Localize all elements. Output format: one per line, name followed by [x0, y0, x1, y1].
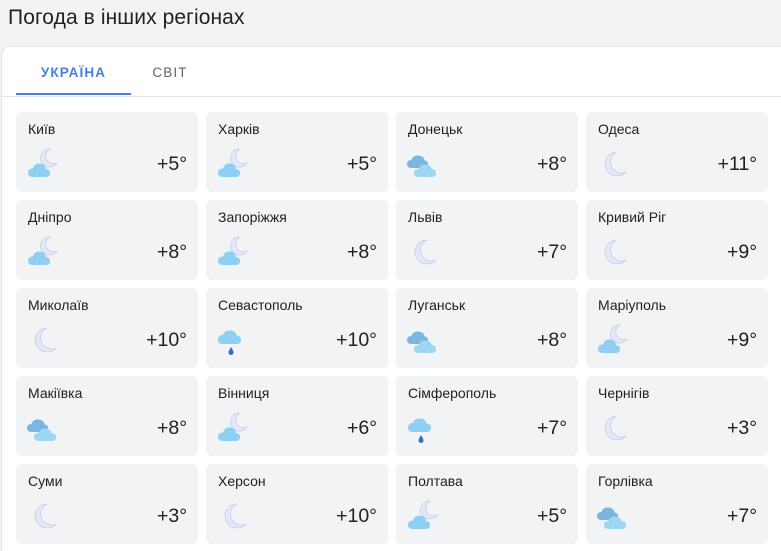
rain-cloud-icon: [406, 410, 442, 446]
city-name: Макіївка: [28, 385, 83, 401]
city-name: Горлівка: [598, 473, 653, 489]
city-temperature: +7°: [726, 505, 757, 527]
city-temperature: +8°: [536, 329, 567, 351]
moon-icon: [406, 234, 442, 270]
city-temperature: +8°: [346, 241, 377, 263]
city-name: Харків: [218, 121, 260, 137]
city-name: Севастополь: [218, 297, 303, 313]
moon-icon: [26, 498, 62, 534]
city-card[interactable]: Горлівка +7°: [586, 464, 768, 544]
city-name: Львів: [408, 209, 443, 225]
clouds-icon: [26, 410, 62, 446]
city-temperature: +8°: [156, 417, 187, 439]
city-name: Полтава: [408, 473, 463, 489]
city-name: Одеса: [598, 121, 640, 137]
city-name: Вінниця: [218, 385, 270, 401]
cloud-moon-icon: [216, 410, 252, 446]
city-card[interactable]: Сімферополь +7°: [396, 376, 578, 456]
city-temperature: +10°: [336, 329, 377, 351]
city-temperature: +6°: [346, 417, 377, 439]
city-card[interactable]: Донецьк +8°: [396, 112, 578, 192]
city-card[interactable]: Чернігів +3°: [586, 376, 768, 456]
city-temperature: +5°: [536, 505, 567, 527]
city-name: Донецьк: [408, 121, 463, 137]
clouds-icon: [596, 498, 632, 534]
city-temperature: +3°: [726, 417, 757, 439]
city-name: Сімферополь: [408, 385, 497, 401]
city-card[interactable]: Запоріжжя +8°: [206, 200, 388, 280]
rain-cloud-icon: [216, 322, 252, 358]
city-card[interactable]: Кривий Ріг +9°: [586, 200, 768, 280]
city-name: Кривий Ріг: [598, 209, 667, 225]
city-card[interactable]: Харків +5°: [206, 112, 388, 192]
city-card[interactable]: Київ +5°: [16, 112, 198, 192]
city-name: Запоріжжя: [218, 209, 287, 225]
moon-icon: [596, 234, 632, 270]
city-name: Маріуполь: [598, 297, 667, 313]
city-name: Миколаїв: [28, 297, 89, 313]
city-card[interactable]: Вінниця +6°: [206, 376, 388, 456]
city-temperature: +7°: [536, 241, 567, 263]
moon-icon: [216, 498, 252, 534]
city-temperature: +10°: [336, 505, 377, 527]
moon-icon: [596, 410, 632, 446]
city-name: Київ: [28, 121, 56, 137]
city-card[interactable]: Луганськ +8°: [396, 288, 578, 368]
city-card[interactable]: Маріуполь +9°: [586, 288, 768, 368]
city-temperature: +7°: [536, 417, 567, 439]
weather-panel: УКРАЇНА СВІТ Київ +5° Харків +5° Донецьк +8° О…: [2, 47, 781, 551]
city-name: Дніпро: [28, 209, 72, 225]
cloud-moon-icon: [26, 146, 62, 182]
clouds-icon: [406, 146, 442, 182]
city-temperature: +8°: [536, 153, 567, 175]
region-tabs: УКРАЇНА СВІТ: [2, 47, 781, 97]
city-card[interactable]: Полтава +5°: [396, 464, 578, 544]
city-temperature: +10°: [146, 329, 187, 351]
cloud-moon-icon: [26, 234, 62, 270]
city-name: Чернігів: [598, 385, 650, 401]
city-grid: Київ +5° Харків +5° Донецьк +8° Одеса +11° Дніпр…: [16, 112, 768, 544]
city-card[interactable]: Одеса +11°: [586, 112, 768, 192]
city-card[interactable]: Суми +3°: [16, 464, 198, 544]
moon-icon: [26, 322, 62, 358]
city-card[interactable]: Херсон +10°: [206, 464, 388, 544]
cloud-moon-icon: [216, 234, 252, 270]
city-card[interactable]: Севастополь +10°: [206, 288, 388, 368]
tab-world[interactable]: СВІТ: [140, 47, 200, 97]
city-temperature: +8°: [156, 241, 187, 263]
city-temperature: +9°: [726, 329, 757, 351]
city-card[interactable]: Дніпро +8°: [16, 200, 198, 280]
city-card[interactable]: Миколаїв +10°: [16, 288, 198, 368]
page-title: Погода в інших регіонах: [8, 6, 245, 29]
city-name: Суми: [28, 473, 63, 489]
city-name: Луганськ: [408, 297, 466, 313]
city-name: Херсон: [218, 473, 266, 489]
city-temperature: +11°: [717, 153, 757, 175]
city-card[interactable]: Макіївка +8°: [16, 376, 198, 456]
city-temperature: +9°: [726, 241, 757, 263]
city-temperature: +5°: [156, 153, 187, 175]
active-tab-indicator: [16, 93, 131, 95]
moon-icon: [596, 146, 632, 182]
city-temperature: +3°: [156, 505, 187, 527]
city-card[interactable]: Львів +7°: [396, 200, 578, 280]
tab-ukraine[interactable]: УКРАЇНА: [16, 47, 131, 97]
cloud-moon-icon: [596, 322, 632, 358]
cloud-moon-icon: [216, 146, 252, 182]
cloud-moon-icon: [406, 498, 442, 534]
city-temperature: +5°: [346, 153, 377, 175]
clouds-icon: [406, 322, 442, 358]
